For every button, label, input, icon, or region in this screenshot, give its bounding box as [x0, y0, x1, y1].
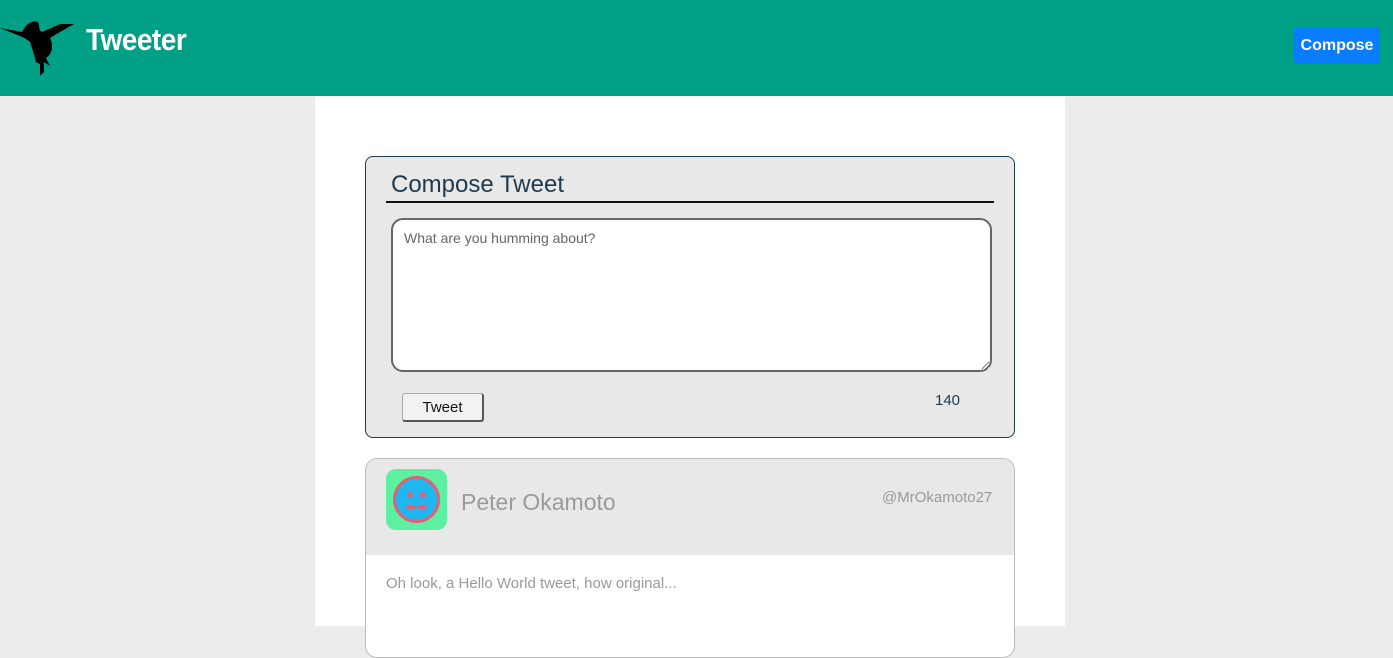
char-counter: 140 [935, 392, 961, 409]
tweet-author-handle: @MrOkamoto27 [882, 489, 993, 506]
tweet-author-name: Peter Okamoto [461, 489, 616, 515]
tweet-button[interactable]: Tweet [402, 393, 484, 422]
compose-button[interactable]: Compose [1294, 27, 1380, 64]
compose-title: Compose Tweet [386, 171, 994, 203]
tweet-card: Peter Okamoto @MrOkamoto27 Oh look, a He… [365, 458, 1015, 658]
tweet-input[interactable] [391, 218, 992, 372]
hummingbird-icon [0, 14, 76, 78]
top-nav: Tweeter Compose [0, 0, 1393, 96]
brand-title: Tweeter [86, 22, 187, 57]
face-avatar-icon [386, 469, 447, 530]
tweet-text: Oh look, a Hello World tweet, how origin… [386, 575, 677, 592]
tweet-header: Peter Okamoto @MrOkamoto27 [366, 459, 1014, 555]
compose-panel: Compose Tweet Tweet 140 [365, 156, 1015, 438]
main-content: Compose Tweet Tweet 140 Peter Okamoto @M… [315, 96, 1065, 658]
